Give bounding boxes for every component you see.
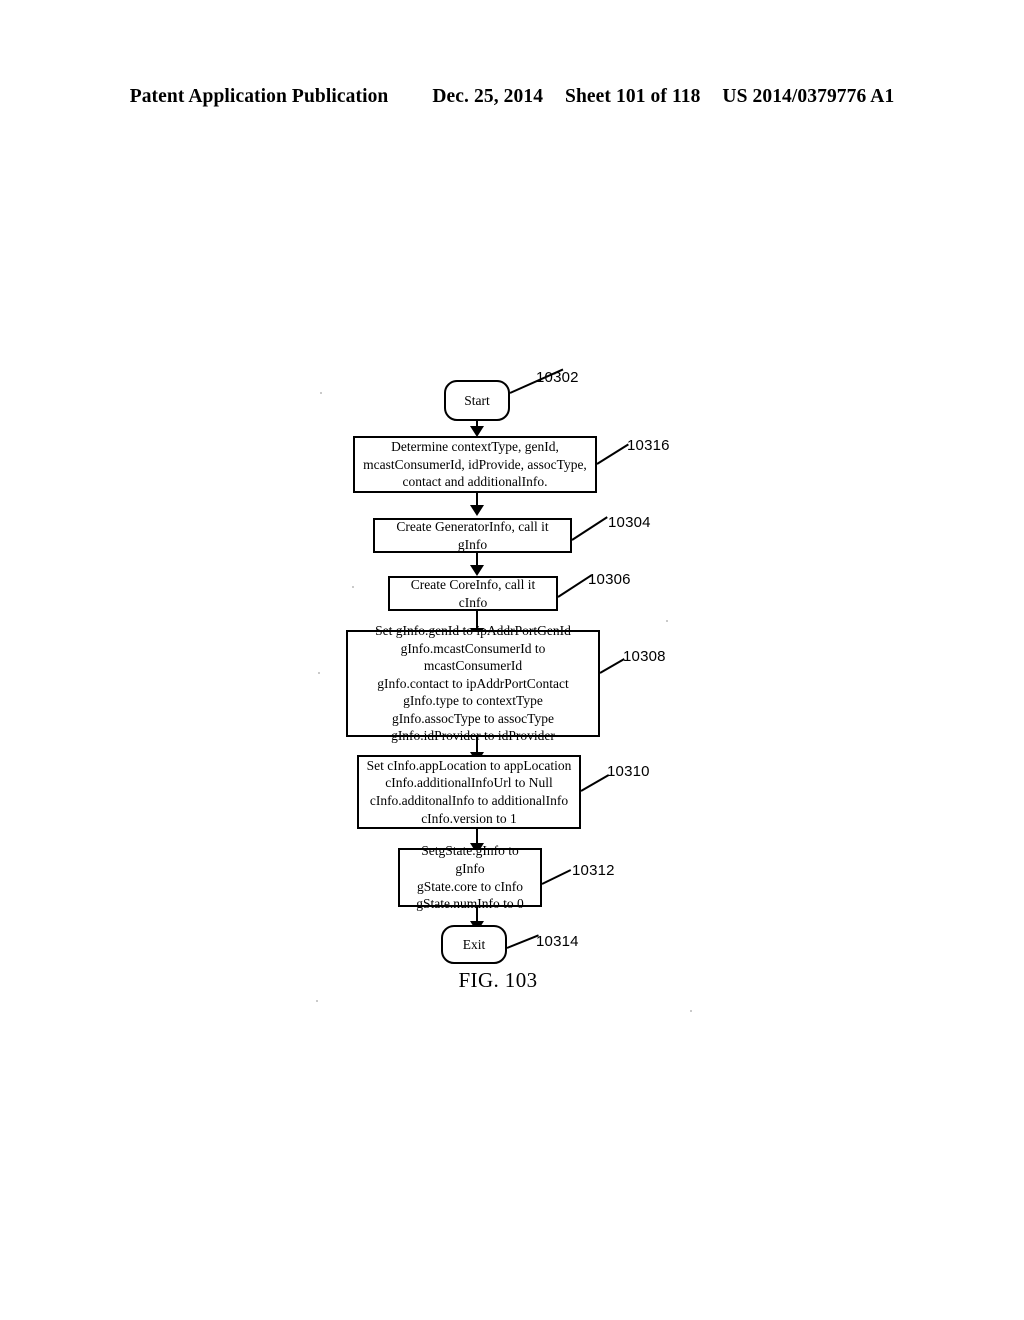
flowchart-node-exit: Exit — [441, 925, 507, 964]
flowchart-node-set-gstate-fields: SetgState.gInfo to gInfo gState.core to … — [398, 843, 542, 911]
flowchart-node-set-ginfo-fields: Set gInfo.genId to ipAddrPortGenId gInfo… — [346, 623, 600, 743]
flowchart-node-set-gstate-fields-label: SetgState.gInfo to gInfo gState.core to … — [416, 843, 524, 912]
reference-numeral-10304: 10304 — [608, 514, 651, 531]
reference-numeral-10306: 10306 — [588, 571, 631, 588]
leader-line-10306 — [557, 574, 593, 598]
flowchart-node-create-coreinfo: Create CoreInfo, call it cInfo — [388, 576, 558, 611]
flowchart-node-set-cinfo-fields-label: Set cInfo.appLocation to appLocation cIn… — [366, 757, 572, 826]
leader-line-10308 — [599, 658, 625, 674]
scan-speck — [690, 1010, 692, 1012]
leader-line-10316 — [596, 443, 629, 465]
scan-speck — [352, 586, 354, 588]
scan-speck — [318, 672, 320, 674]
figure-caption: FIG. 103 — [458, 968, 538, 992]
flowchart-node-create-generatorinfo-label: Create GeneratorInfo, call it gInfo — [396, 518, 549, 552]
scan-speck — [316, 1000, 318, 1002]
reference-numeral-10316: 10316 — [627, 437, 670, 454]
flowchart-node-start-label: Start — [464, 392, 490, 408]
leader-line-10310 — [580, 774, 610, 792]
reference-numeral-10302: 10302 — [536, 369, 579, 386]
leader-line-10312 — [541, 869, 572, 885]
flowchart-node-create-coreinfo-label: Create CoreInfo, call it cInfo — [410, 576, 536, 610]
reference-numeral-10310: 10310 — [607, 763, 650, 780]
flowchart-node-start: Start — [444, 380, 510, 421]
flowchart-node-set-ginfo-fields-label: Set gInfo.genId to ipAddrPortGenId gInfo… — [375, 623, 571, 744]
leader-line-10304 — [571, 516, 608, 541]
flowchart-node-exit-label: Exit — [462, 936, 486, 952]
scan-speck — [320, 392, 322, 394]
reference-numeral-10308: 10308 — [623, 648, 666, 665]
leader-line-10314 — [506, 934, 539, 949]
figure-103-flowchart: Start 10302 Determine contextType, genId… — [0, 0, 1024, 1320]
flowchart-node-create-generatorinfo: Create GeneratorInfo, call it gInfo — [373, 518, 572, 553]
reference-numeral-10314: 10314 — [536, 933, 579, 950]
flowchart-node-determine-inputs: Determine contextType, genId, mcastConsu… — [353, 436, 597, 493]
scan-speck — [666, 620, 668, 622]
flowchart-node-set-cinfo-fields: Set cInfo.appLocation to appLocation cIn… — [357, 755, 581, 829]
flowchart-node-determine-inputs-label: Determine contextType, genId, mcastConsu… — [363, 439, 587, 490]
reference-numeral-10312: 10312 — [572, 862, 615, 879]
